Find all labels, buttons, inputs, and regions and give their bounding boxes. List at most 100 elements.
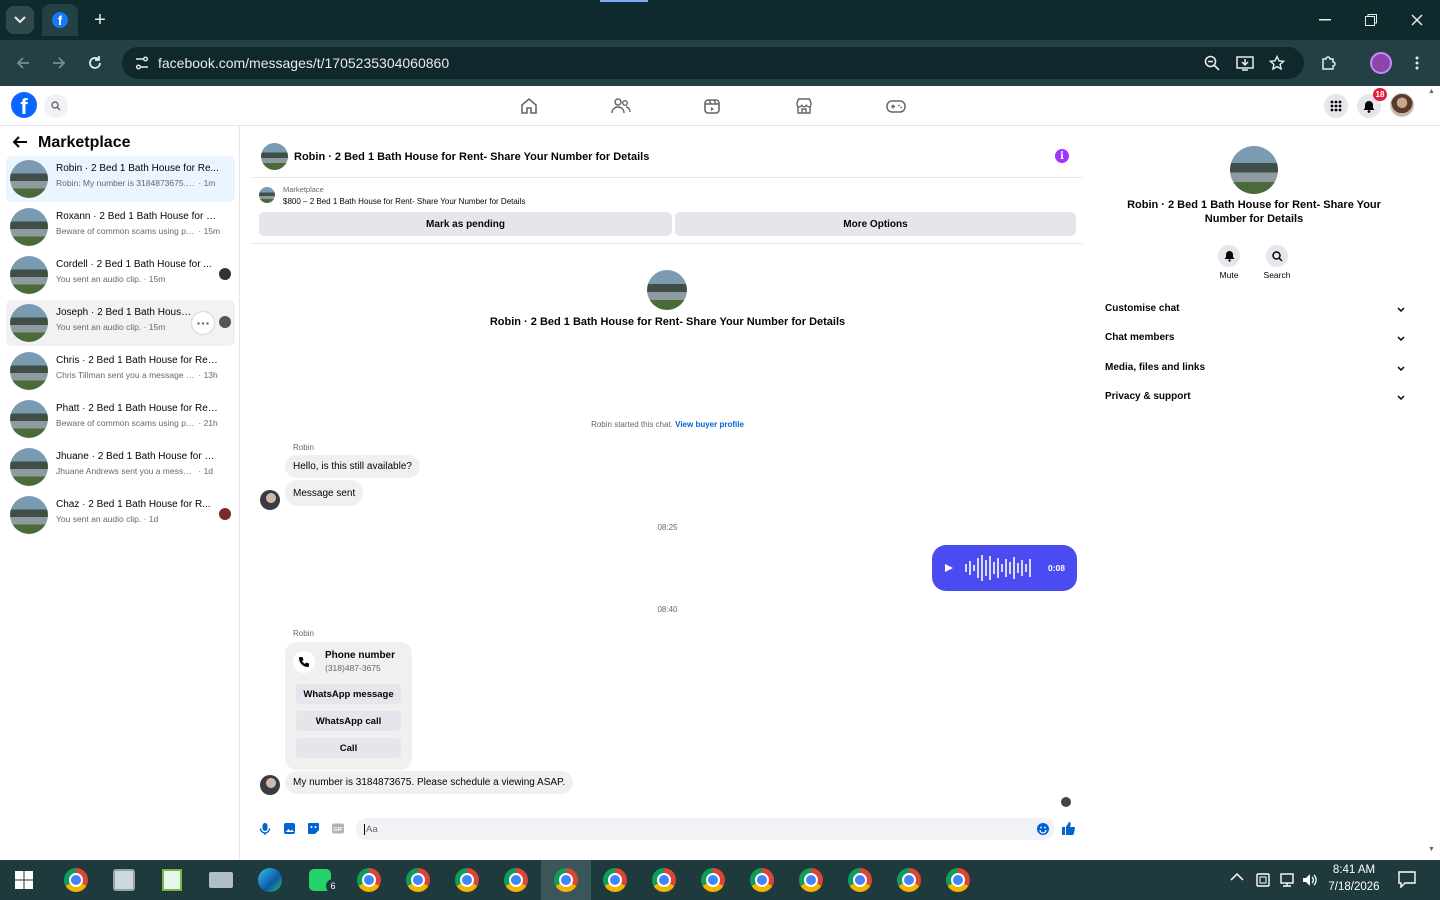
customise-chat-section[interactable]: Customise chat [1105, 303, 1405, 314]
taskbar-chrome[interactable] [502, 866, 530, 894]
back-arrow-button[interactable] [12, 135, 28, 149]
site-info-icon[interactable] [134, 55, 150, 71]
gif-button[interactable]: GIF [331, 822, 345, 835]
show-hidden-icons-button[interactable] [1230, 872, 1244, 882]
chat-members-section[interactable]: Chat members [1105, 332, 1405, 343]
scrollbar-up-arrow[interactable]: ▲ [1428, 88, 1435, 95]
taskbar-chrome[interactable] [748, 866, 776, 894]
taskbar-edge[interactable] [256, 866, 284, 894]
conversation-item[interactable]: Jhuane · 2 Bed 1 Bath House for Re... Jh… [6, 444, 235, 490]
volume-icon[interactable] [1302, 872, 1318, 888]
conversation-item[interactable]: Phatt · 2 Bed 1 Bath House for Ren... Be… [6, 396, 235, 442]
reload-button[interactable] [83, 51, 107, 75]
address-bar[interactable]: facebook.com/messages/t/1705235304060860 [122, 47, 1304, 79]
conversation-item[interactable]: Roxann · 2 Bed 1 Bath House for R... Bew… [6, 204, 235, 250]
sticker-button[interactable] [307, 822, 320, 835]
taskbar-chrome[interactable] [650, 866, 678, 894]
whatsapp-call-button[interactable]: WhatsApp call [296, 711, 401, 731]
taskbar-chrome[interactable] [355, 866, 383, 894]
mark-as-pending-button[interactable]: Mark as pending [259, 212, 672, 236]
nav-friends[interactable] [610, 96, 632, 116]
taskbar-notepad[interactable] [158, 866, 186, 894]
start-button[interactable] [10, 866, 38, 894]
emoji-button[interactable] [1036, 822, 1050, 836]
conversation-options-button[interactable] [192, 312, 214, 334]
forward-button[interactable] [47, 51, 71, 75]
view-buyer-profile-link[interactable]: View buyer profile [675, 420, 744, 429]
taskbar-chrome[interactable] [846, 866, 874, 894]
close-window-button[interactable] [1402, 6, 1432, 34]
more-options-button[interactable]: More Options [675, 212, 1076, 236]
nav-video[interactable] [701, 96, 723, 116]
nav-marketplace[interactable] [793, 96, 815, 116]
privacy-support-section[interactable]: Privacy & support [1105, 391, 1405, 402]
menu-button[interactable] [1324, 94, 1348, 118]
install-app-button[interactable] [1233, 51, 1257, 75]
browser-tab-facebook[interactable]: f [42, 4, 78, 36]
taskbar-app[interactable] [110, 866, 138, 894]
taskbar-chrome[interactable] [62, 866, 90, 894]
conversation-item[interactable]: Chris · 2 Bed 1 Bath House for Rent... C… [6, 348, 235, 394]
zoom-button[interactable] [1200, 51, 1224, 75]
taskbar-chrome[interactable] [797, 866, 825, 894]
puzzle-icon [1322, 56, 1336, 70]
taskbar-chrome[interactable] [944, 866, 972, 894]
listing-thumbnail[interactable] [259, 187, 275, 203]
mute-button[interactable] [1218, 245, 1240, 267]
attach-media-button[interactable] [283, 822, 296, 835]
audio-message[interactable]: 0:08 [932, 545, 1077, 591]
network-icon[interactable] [1278, 872, 1296, 888]
listing-title[interactable]: $800 – 2 Bed 1 Bath House for Rent- Shar… [283, 197, 525, 206]
message-bubble[interactable]: My number is 3184873675. Please schedule… [285, 771, 574, 794]
like-button[interactable] [1061, 821, 1076, 836]
conversation-item[interactable]: Chaz · 2 Bed 1 Bath House for R... You s… [6, 492, 235, 538]
extensions-button[interactable] [1316, 51, 1340, 75]
conversation-item[interactable]: Robin · 2 Bed 1 Bath House for Re... Rob… [6, 156, 235, 202]
chat-header-avatar[interactable] [261, 143, 288, 170]
search-in-conversation-button[interactable] [1266, 245, 1288, 267]
clock-time[interactable]: 8:41 AM [1320, 864, 1388, 876]
taskbar-chrome[interactable] [895, 866, 923, 894]
bookmark-button[interactable] [1265, 51, 1289, 75]
chrome-menu-button[interactable] [1405, 51, 1429, 75]
facebook-logo-icon[interactable]: f [11, 92, 37, 118]
phone-label: Phone number [325, 650, 396, 661]
conversation-time: · 13h [198, 370, 218, 380]
search-button[interactable] [44, 94, 68, 118]
nav-gaming[interactable] [885, 96, 907, 116]
url-text[interactable]: facebook.com/messages/t/1705235304060860 [158, 55, 449, 71]
play-icon[interactable] [944, 563, 954, 573]
taskbar-chrome[interactable] [404, 866, 432, 894]
new-tab-button[interactable]: + [88, 8, 112, 32]
message-input[interactable]: Aa [356, 818, 1054, 840]
nav-home[interactable] [518, 96, 540, 116]
chat-title[interactable]: Robin · 2 Bed 1 Bath House for Rent- Sha… [294, 151, 649, 163]
call-button[interactable]: Call [296, 738, 401, 758]
tab-search-button[interactable] [6, 6, 34, 34]
message-bubble[interactable]: Hello, is this still available? [285, 455, 420, 478]
taskbar-chrome-active[interactable] [552, 866, 580, 894]
device-icon[interactable] [1256, 872, 1270, 888]
notification-center-button[interactable] [1398, 871, 1416, 888]
taskbar-chrome[interactable] [453, 866, 481, 894]
taskbar-chrome[interactable] [601, 866, 629, 894]
conversation-item[interactable]: Joseph · 2 Bed 1 Bath House for... You s… [6, 300, 235, 346]
clock-date[interactable]: 7/18/2026 [1320, 881, 1388, 893]
account-avatar[interactable] [1390, 93, 1414, 117]
taskbar-keyboard[interactable] [207, 866, 235, 894]
profile-button[interactable] [1369, 51, 1393, 75]
conversation-item[interactable]: Cordell · 2 Bed 1 Bath House for ... You… [6, 252, 235, 298]
back-button[interactable] [11, 51, 35, 75]
timestamp: 08:40 [657, 605, 678, 614]
whatsapp-message-button[interactable]: WhatsApp message [296, 684, 401, 704]
media-files-links-section[interactable]: Media, files and links [1105, 362, 1405, 373]
voice-clip-button[interactable] [259, 822, 271, 836]
minimize-button[interactable] [1310, 6, 1340, 34]
chrome-icon [652, 868, 676, 892]
scrollbar-down-arrow[interactable]: ▼ [1428, 846, 1435, 853]
message-bubble[interactable]: Message sent [285, 480, 364, 506]
restore-button[interactable] [1356, 6, 1386, 34]
taskbar-chrome[interactable] [699, 866, 727, 894]
conversation-info-button[interactable]: i [1055, 149, 1069, 163]
chevron-down-icon [1397, 336, 1405, 341]
